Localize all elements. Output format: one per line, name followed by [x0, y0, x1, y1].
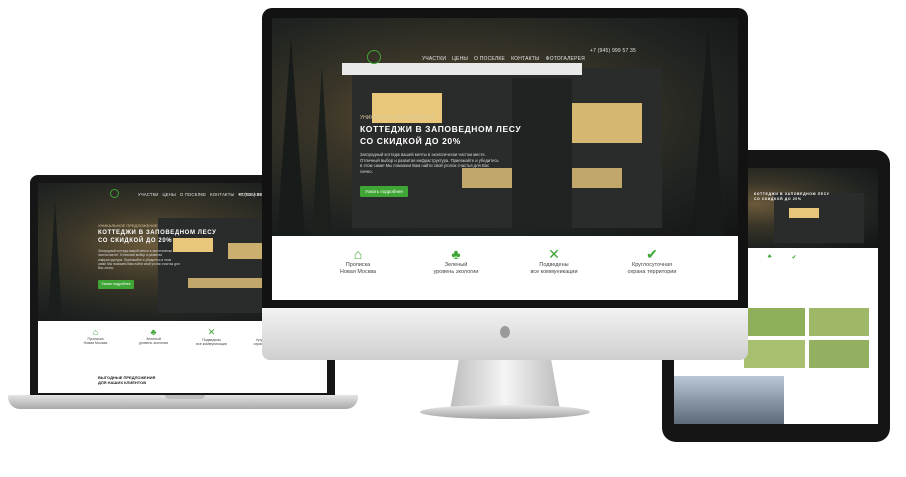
nav-item[interactable]: УЧАСТКИ — [138, 192, 158, 197]
hero-title-line2: СО СКИДКОЙ ДО 20% — [98, 238, 173, 244]
monitor-hero: УЧАСТКИ ЦЕНЫ О ПОСЕЛКЕ КОНТАКТЫ ФОТОГАЛЕ… — [272, 18, 738, 236]
nav-item[interactable]: КОНТАКТЫ — [511, 56, 540, 62]
house-icon: ⌂ — [353, 246, 363, 262]
shield-icon: ✔ — [791, 255, 797, 261]
hero-kicker: УНИКАЛЬНОЕ ПРЕДЛОЖЕНИЕ — [360, 115, 435, 121]
feature-item: ♣ Зеленый уровень экологии — [426, 246, 486, 300]
shield-icon: ✔ — [646, 246, 658, 262]
hero-kicker: УНИКАЛЬНОЕ ПРЕДЛОЖЕНИЕ — [98, 223, 158, 228]
tools-icon: ✕ — [548, 246, 560, 262]
apple-logo-icon — [500, 326, 510, 338]
feature-item: ✕ Подведены все коммуникации — [192, 327, 232, 366]
trees-icon: ♣ — [451, 246, 461, 262]
hero-title-line1: КОТТЕДЖИ В ЗАПОВЕДНОМ ЛЕСУ — [98, 230, 217, 236]
nav-item[interactable]: УЧАСТКИ — [422, 56, 446, 62]
tablet-features: ⌂ ♣ ✔ — [744, 254, 797, 261]
cta-button[interactable]: Узнать подробнее — [360, 186, 408, 197]
feature-item: ♣ Зеленый уровень экологии — [134, 327, 174, 366]
phone-number[interactable]: +7 (945) 999 57 35 — [590, 48, 636, 54]
laptop-notch — [165, 395, 205, 399]
house-image — [352, 68, 662, 228]
offers-heading: ВЫГОДНЫЕ ПРЕДЛОЖЕНИЯ ДЛЯ НАШИХ КЛИЕНТОВ — [98, 375, 156, 386]
logo — [110, 189, 119, 198]
offer-card[interactable] — [744, 308, 805, 336]
nav-item[interactable]: КОНТАКТЫ — [210, 192, 234, 197]
feature-item: ✔ Круглосуточная охрана территории — [622, 246, 682, 300]
cta-button[interactable]: Узнать подробнее — [98, 280, 134, 289]
nav-item[interactable]: ФОТОГАЛЕРЕЯ — [546, 56, 585, 62]
nav-item[interactable]: ЦЕНЫ — [452, 56, 468, 62]
offer-card[interactable] — [808, 308, 869, 336]
hero-title-line2: СО СКИДКОЙ ДО 20% — [360, 136, 461, 146]
offer-card[interactable] — [808, 340, 869, 368]
hero-description: Загородный коттедж вашей мечты в экологи… — [360, 152, 499, 175]
tools-icon: ✕ — [207, 327, 216, 337]
monitor-stand — [450, 360, 560, 410]
offer-card[interactable] — [744, 340, 805, 368]
tablet-house-photo — [674, 376, 784, 424]
nav-bar: УЧАСТКИ ЦЕНЫ О ПОСЕЛКЕ КОНТАКТЫ ФОТОГАЛЕ… — [422, 56, 585, 62]
monitor-base — [420, 405, 590, 419]
logo — [367, 50, 381, 64]
trees-icon: ♣ — [767, 254, 772, 260]
hero-title-line1: КОТТЕДЖИ В ЗАПОВЕДНОМ ЛЕСУ — [360, 124, 522, 134]
feature-item: ✕ Подведены все коммуникации — [524, 246, 584, 300]
feature-item: ⌂ Прописка Новая Москва — [76, 327, 116, 366]
monitor-device: УЧАСТКИ ЦЕНЫ О ПОСЕЛКЕ КОНТАКТЫ ФОТОГАЛЕ… — [262, 8, 748, 308]
monitor-screen: УЧАСТКИ ЦЕНЫ О ПОСЕЛКЕ КОНТАКТЫ ФОТОГАЛЕ… — [272, 18, 738, 300]
nav-item[interactable]: О ПОСЕЛКЕ — [180, 192, 206, 197]
features-row: ⌂ Прописка Новая Москва ♣ Зеленый уровен… — [272, 236, 738, 300]
tablet-hero-title: КОТТЕДЖИ В ЗАПОВЕДНОМ ЛЕСУ — [754, 192, 830, 196]
tablet-hero-title2: СО СКИДКОЙ ДО 20% — [754, 197, 802, 201]
house-icon: ⌂ — [92, 327, 99, 337]
nav-item[interactable]: ЦЕНЫ — [162, 192, 175, 197]
nav-item[interactable]: О ПОСЕЛКЕ — [474, 56, 505, 62]
hero-description: Загородный коттедж вашей мечты в экологи… — [98, 249, 180, 271]
tablet-offer-grid — [744, 308, 869, 368]
trees-icon: ♣ — [150, 327, 157, 337]
feature-item: ⌂ Прописка Новая Москва — [328, 246, 388, 300]
